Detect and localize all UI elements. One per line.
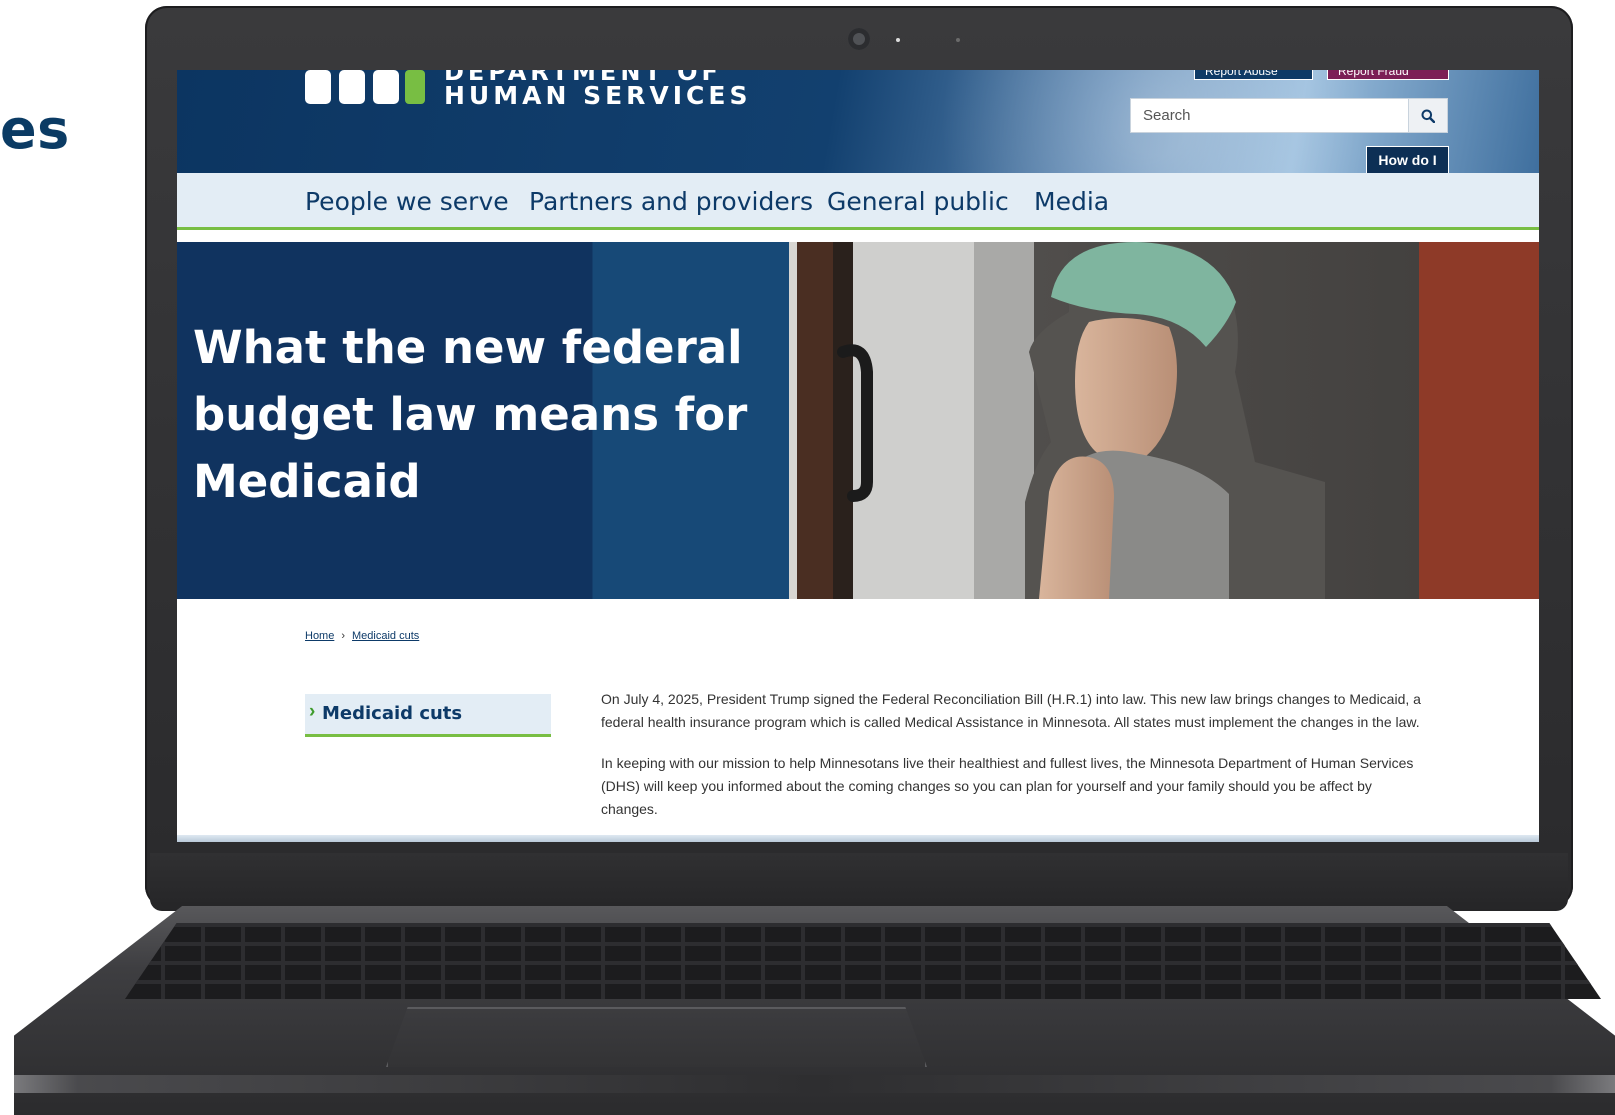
hero-title: What the new federal budget law means fo… — [193, 321, 748, 508]
chevron-right-icon: › — [309, 701, 316, 722]
nav-partners-providers[interactable]: Partners and providers — [529, 187, 813, 216]
page-scroll-edge — [177, 835, 1539, 842]
search-button[interactable] — [1408, 99, 1447, 132]
breadcrumb: Home › Medicaid cuts — [305, 630, 419, 642]
how-do-i-button[interactable]: How do I — [1366, 146, 1449, 173]
webcam-icon — [848, 28, 870, 50]
nav-general-public[interactable]: General public — [827, 187, 1009, 216]
breadcrumb-current-link[interactable]: Medicaid cuts — [352, 630, 419, 642]
logo-line-human-services: HUMAN SERVICES — [444, 81, 752, 110]
search-input[interactable] — [1131, 99, 1435, 132]
laptop-keyboard — [125, 923, 1601, 999]
laptop-screen: DEPARTMENT OF HUMAN SERVICES Report Abus… — [177, 70, 1539, 842]
laptop-base-edge — [14, 1075, 1615, 1093]
breadcrumb-separator: › — [341, 630, 346, 642]
content-paragraph-2: In keeping with our mission to help Minn… — [601, 755, 1414, 817]
main-nav: People we serve Partners and providers G… — [177, 173, 1539, 230]
hero-banner: What the new federal budget law means fo… — [177, 242, 1539, 599]
camera-led — [896, 38, 900, 42]
report-fraud-button[interactable]: Report Fraud — [1327, 70, 1449, 80]
report-abuse-button[interactable]: Report Abuse — [1194, 70, 1313, 80]
sidebar-item-medicaid-cuts[interactable]: › Medicaid cuts — [305, 694, 551, 737]
mn-logo-icon[interactable] — [305, 70, 425, 104]
site-header: DEPARTMENT OF HUMAN SERVICES Report Abus… — [177, 70, 1539, 173]
laptop-bezel — [150, 853, 1568, 911]
breadcrumb-home-link[interactable]: Home — [305, 630, 334, 642]
content-paragraph-1: On July 4, 2025, President Trump signed … — [601, 691, 1421, 730]
sidebar-item-label: Medicaid cuts — [322, 703, 463, 724]
hero-photo — [789, 242, 1539, 599]
laptop-trackpad — [386, 1007, 927, 1067]
slide-title-fragment: es — [0, 98, 70, 161]
search-box — [1130, 98, 1448, 133]
nav-media[interactable]: Media — [1034, 187, 1109, 216]
search-icon — [1421, 109, 1435, 123]
nav-people-we-serve[interactable]: People we serve — [305, 187, 509, 216]
main-content: On July 4, 2025, President Trump signed … — [601, 688, 1431, 839]
hero-text-panel: What the new federal budget law means fo… — [177, 242, 789, 599]
camera-sensor — [956, 38, 960, 42]
